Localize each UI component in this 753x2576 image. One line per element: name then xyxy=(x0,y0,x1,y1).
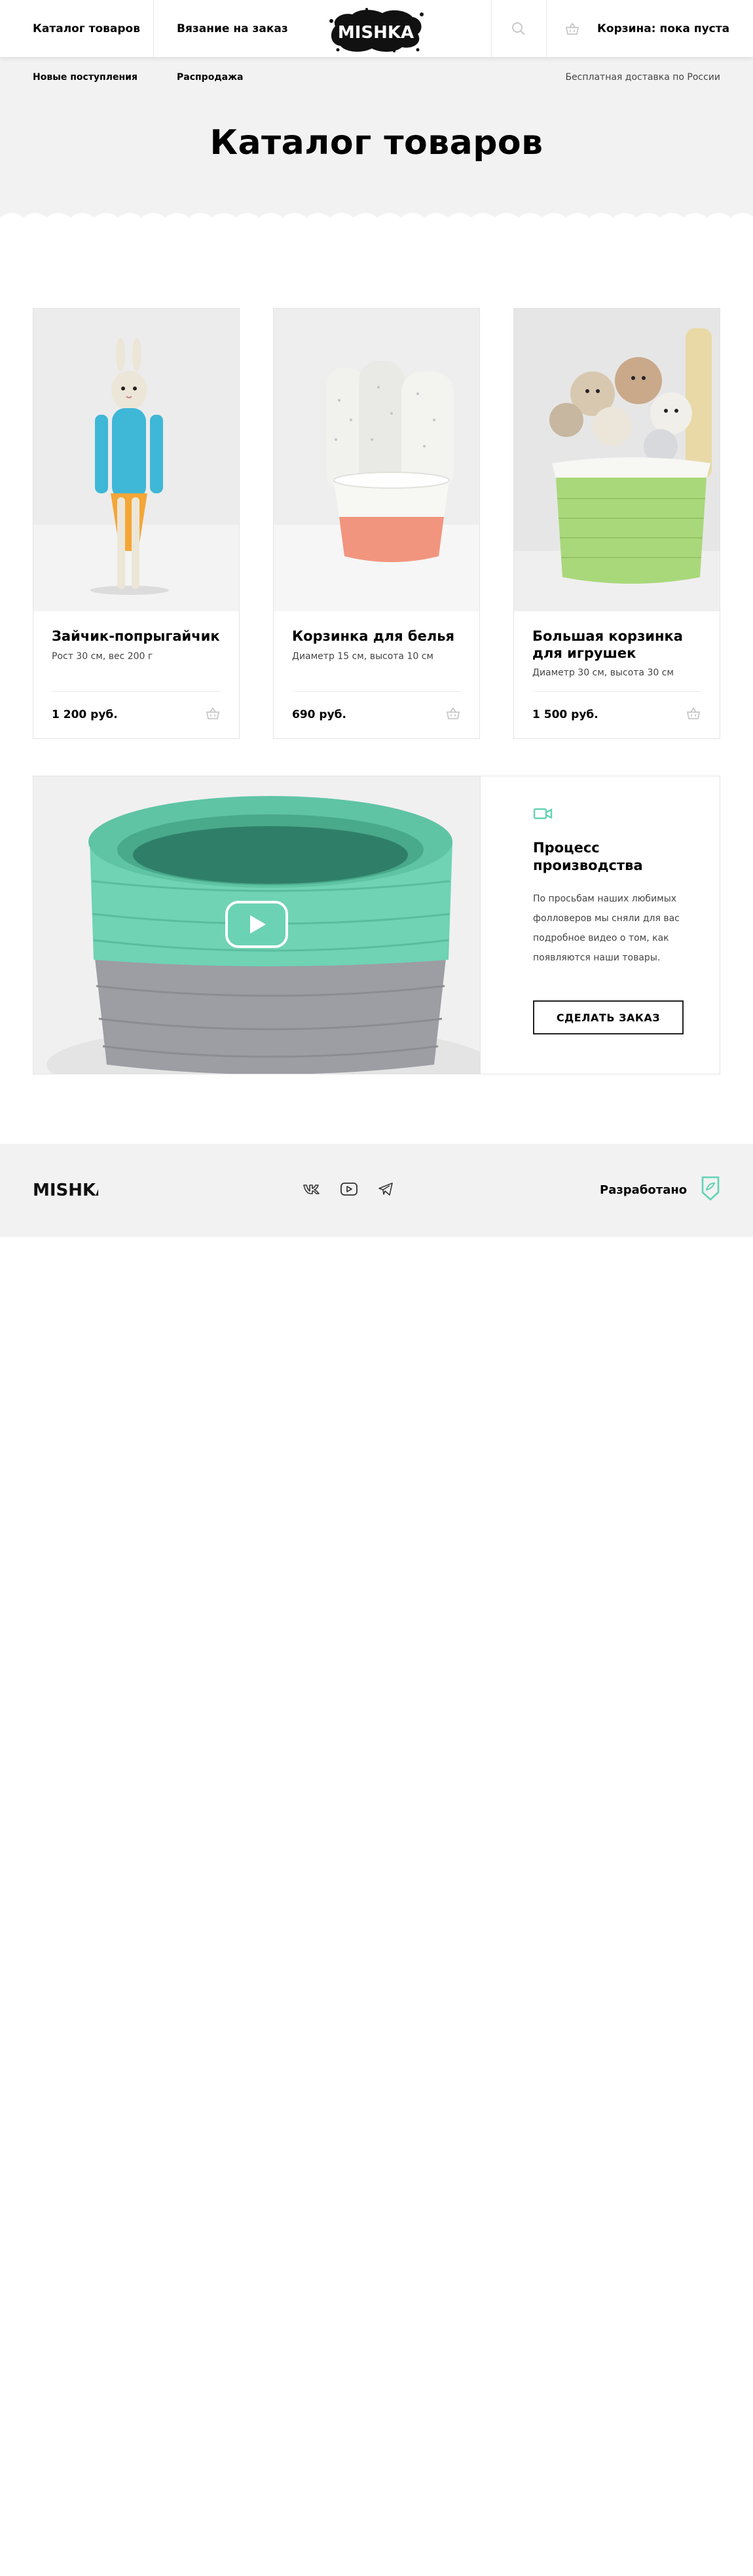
product-name[interactable]: Корзинка для белья xyxy=(292,628,469,645)
product-image-bunny[interactable] xyxy=(33,309,239,611)
search-button[interactable] xyxy=(491,0,546,58)
nav-catalog-link[interactable]: Каталог товаров xyxy=(33,0,140,58)
product-card[interactable]: Зайчик-попрыгайчик Рост 30 см, вес 200 г… xyxy=(33,308,240,739)
product-description: Рост 30 см, вес 200 г xyxy=(52,651,153,662)
developer-label: Разработано xyxy=(600,1183,688,1197)
youtube-link[interactable] xyxy=(339,1179,359,1199)
video-description: По просьбам наших любимых фолловеров мы … xyxy=(533,894,680,963)
mishka-logo[interactable]: MISHKA xyxy=(326,7,426,54)
basket-icon[interactable] xyxy=(205,706,221,721)
video-preview[interactable] xyxy=(33,776,480,1074)
video-info-panel: Процесс производства По просьбам наших л… xyxy=(480,776,720,1074)
cart-link[interactable]: Корзина: пока пуста xyxy=(546,0,753,58)
video-camera-icon xyxy=(533,808,553,820)
footer-logo[interactable]: MISHKA xyxy=(33,1175,98,1202)
product-price: 690 руб. xyxy=(292,708,346,721)
basket-icon[interactable] xyxy=(445,706,461,721)
product-image-laundry-basket[interactable] xyxy=(274,309,479,611)
delivery-note: Бесплатная доставка по России xyxy=(565,72,720,83)
header-divider xyxy=(153,0,154,58)
page-title: Каталог товаров xyxy=(210,123,543,162)
make-order-button[interactable]: Сделать заказ xyxy=(533,1000,684,1034)
product-name[interactable]: Зайчик-попрыгайчик xyxy=(52,628,229,645)
sale-link[interactable]: Распродажа xyxy=(177,72,243,83)
developer-logo[interactable] xyxy=(701,1175,720,1202)
product-price: 1 200 руб. xyxy=(52,708,118,721)
wave-divider xyxy=(0,213,753,228)
product-card[interactable]: Корзинка для белья Диаметр 15 см, высота… xyxy=(273,308,480,739)
vk-icon xyxy=(303,1184,320,1194)
product-card[interactable]: Большая корзинка для игрушек Диаметр 30 … xyxy=(513,308,720,739)
nav-custom-knitting-link[interactable]: Вязание на заказ xyxy=(177,0,288,58)
product-image-toy-basket[interactable] xyxy=(514,309,720,611)
card-divider xyxy=(532,691,701,692)
video-section: Процесс производства По просьбам наших л… xyxy=(33,776,720,1074)
basket-icon xyxy=(565,22,579,35)
catalog-hero: Новые поступления Распродажа Бесплатная … xyxy=(0,58,753,221)
footer-logo-text: MISHKA xyxy=(33,1181,98,1200)
card-divider xyxy=(292,691,461,692)
site-footer: MISHKA Разработано xyxy=(0,1144,753,1237)
product-price: 1 500 руб. xyxy=(532,708,598,721)
vk-link[interactable] xyxy=(302,1179,321,1199)
cart-status: Корзина: пока пуста xyxy=(597,22,730,35)
search-icon xyxy=(512,22,525,35)
product-description: Диаметр 15 см, высота 10 см xyxy=(292,651,433,662)
product-description: Диаметр 30 см, высота 30 см xyxy=(532,668,674,678)
play-icon[interactable] xyxy=(225,901,288,948)
product-name[interactable]: Большая корзинка для игрушек xyxy=(532,628,709,662)
basket-icon[interactable] xyxy=(686,706,701,721)
youtube-icon xyxy=(340,1183,358,1196)
telegram-link[interactable] xyxy=(376,1179,395,1199)
logo-text: MISHKA xyxy=(338,23,414,43)
new-arrivals-link[interactable]: Новые поступления xyxy=(33,72,138,83)
card-divider xyxy=(52,691,221,692)
site-header: Каталог товаров Вязание на заказ MISHKA … xyxy=(0,0,753,58)
video-title: Процесс производства xyxy=(533,840,643,873)
telegram-icon xyxy=(378,1183,393,1196)
